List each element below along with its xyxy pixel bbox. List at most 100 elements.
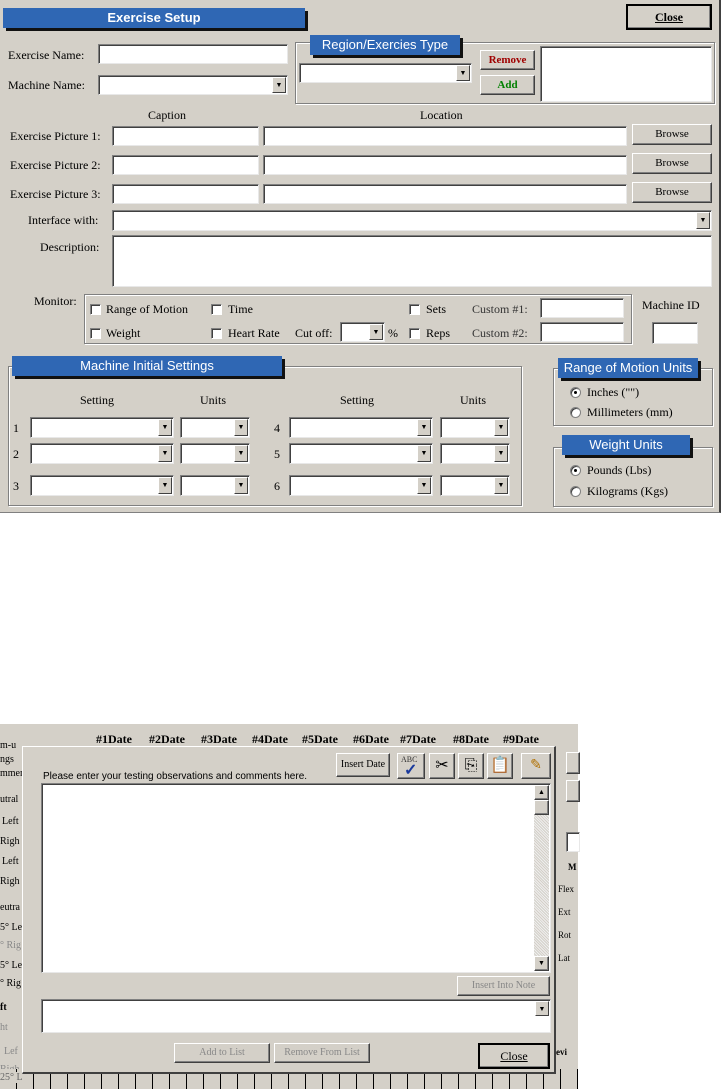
chevron-down-icon[interactable]: ▼ [456,65,470,81]
custom2-input[interactable] [540,322,624,342]
cut-button[interactable]: ✂ [429,753,455,779]
chevron-down-icon[interactable]: ▼ [272,77,286,93]
time-checkbox[interactable] [211,304,222,315]
paste-button[interactable]: 📋 [487,753,513,779]
interface-select[interactable]: ▼ [112,210,712,231]
cutoff-select[interactable]: ▼ [340,322,385,342]
browse-button-label: Browse [655,128,689,140]
date-header: #9Date [503,732,539,746]
units-2-select[interactable]: ▼ [180,443,250,464]
notes-list-select[interactable]: ▼ [41,999,551,1033]
picture-2-browse-button[interactable]: Browse [632,153,712,174]
picture-1-caption-input[interactable] [112,126,259,146]
cut-icon: ✂ [435,757,449,774]
copy-button[interactable]: ⎘ [458,753,484,779]
chevron-down-icon[interactable]: ▼ [696,212,710,229]
exercise-name-input[interactable] [98,44,288,64]
eraser-button[interactable]: ✎ [521,753,551,779]
notes-close-button[interactable]: Close [478,1043,550,1069]
insert-into-note-button[interactable]: Insert Into Note [457,976,550,996]
description-textarea[interactable] [112,235,712,287]
units-3-select[interactable]: ▼ [180,475,250,496]
custom2-label: Custom #2: [472,326,528,340]
setting-3-select[interactable]: ▼ [30,475,174,496]
picture-1-location-input[interactable] [263,126,627,146]
caption-header: Caption [148,108,186,122]
region-type-list[interactable] [540,46,712,102]
units-4-select[interactable]: ▼ [440,417,510,438]
units-header-left: Units [200,393,227,407]
chevron-down-icon[interactable]: ▼ [494,445,508,462]
vertical-scrollbar[interactable]: ▲ ▼ [534,785,549,971]
side-button[interactable] [566,780,580,802]
chevron-down-icon[interactable]: ▼ [158,419,172,436]
remove-from-list-button[interactable]: Remove From List [274,1043,370,1063]
monitor-label: Monitor: [34,294,77,308]
millimeters-radio[interactable] [570,407,581,418]
setting-4-select[interactable]: ▼ [289,417,433,438]
machine-name-select[interactable]: ▼ [98,75,288,95]
chevron-down-icon[interactable]: ▼ [369,324,383,340]
picture-2-caption-input[interactable] [112,155,259,175]
spellcheck-button[interactable]: ABC ✓ [397,753,425,779]
add-button-label: Add [497,79,518,91]
eraser-icon: ✎ [530,758,542,773]
scroll-up-button[interactable]: ▲ [534,785,549,800]
side-button[interactable] [566,752,580,774]
units-1-select[interactable]: ▼ [180,417,250,438]
close-button[interactable]: Close [626,4,712,30]
setting-2-select[interactable]: ▼ [30,443,174,464]
kilograms-radio[interactable] [570,486,581,497]
chevron-down-icon[interactable]: ▼ [234,419,248,436]
notes-close-label: Close [500,1049,528,1063]
picture-1-browse-button[interactable]: Browse [632,124,712,145]
chevron-down-icon[interactable]: ▼ [234,445,248,462]
chevron-down-icon[interactable]: ▼ [158,445,172,462]
chevron-down-icon[interactable]: ▼ [535,1001,549,1016]
grid-row-label: Flex [558,884,575,894]
add-button[interactable]: Add [480,75,535,95]
add-to-list-button[interactable]: Add to List [174,1043,270,1063]
machine-id-input[interactable] [652,322,698,344]
remove-button[interactable]: Remove [480,50,535,70]
insert-date-button[interactable]: Insert Date [336,753,390,777]
copy-icon: ⎘ [464,757,478,774]
grid-row-label: ° Rig [0,940,21,951]
inches-radio[interactable] [570,387,581,398]
scroll-down-button[interactable]: ▼ [534,956,549,971]
chevron-down-icon[interactable]: ▼ [158,477,172,494]
custom1-input[interactable] [540,298,624,318]
region-type-select[interactable]: ▼ [299,63,472,83]
scroll-thumb[interactable] [534,800,549,815]
side-input[interactable] [566,832,580,852]
units-6-select[interactable]: ▼ [440,475,510,496]
chevron-down-icon[interactable]: ▼ [417,477,431,494]
picture-3-location-input[interactable] [263,184,627,204]
picture-3-caption-input[interactable] [112,184,259,204]
reps-checkbox[interactable] [409,328,420,339]
sets-checkbox[interactable] [409,304,420,315]
picture-1-label: Exercise Picture 1: [10,129,101,143]
units-5-select[interactable]: ▼ [440,443,510,464]
cutoff-label: Cut off: [295,326,333,340]
picture-2-location-input[interactable] [263,155,627,175]
machine-name-label: Machine Name: [8,78,85,92]
setting-5-select[interactable]: ▼ [289,443,433,464]
chevron-down-icon[interactable]: ▼ [494,419,508,436]
grid-row-label: ft [0,1002,7,1013]
pounds-radio[interactable] [570,465,581,476]
heart-rate-checkbox[interactable] [211,328,222,339]
setting-6-select[interactable]: ▼ [289,475,433,496]
setting-1-select[interactable]: ▼ [30,417,174,438]
chevron-down-icon[interactable]: ▼ [494,477,508,494]
browse-button-label: Browse [655,157,689,169]
chevron-down-icon[interactable]: ▼ [417,445,431,462]
notes-textarea[interactable]: ▲ ▼ [41,783,551,973]
picture-3-browse-button[interactable]: Browse [632,182,712,203]
grid-row-label: Ext [558,907,571,917]
range-of-motion-checkbox[interactable] [90,304,101,315]
chevron-down-icon[interactable]: ▼ [234,477,248,494]
reps-label: Reps [426,326,450,340]
weight-checkbox[interactable] [90,328,101,339]
chevron-down-icon[interactable]: ▼ [417,419,431,436]
